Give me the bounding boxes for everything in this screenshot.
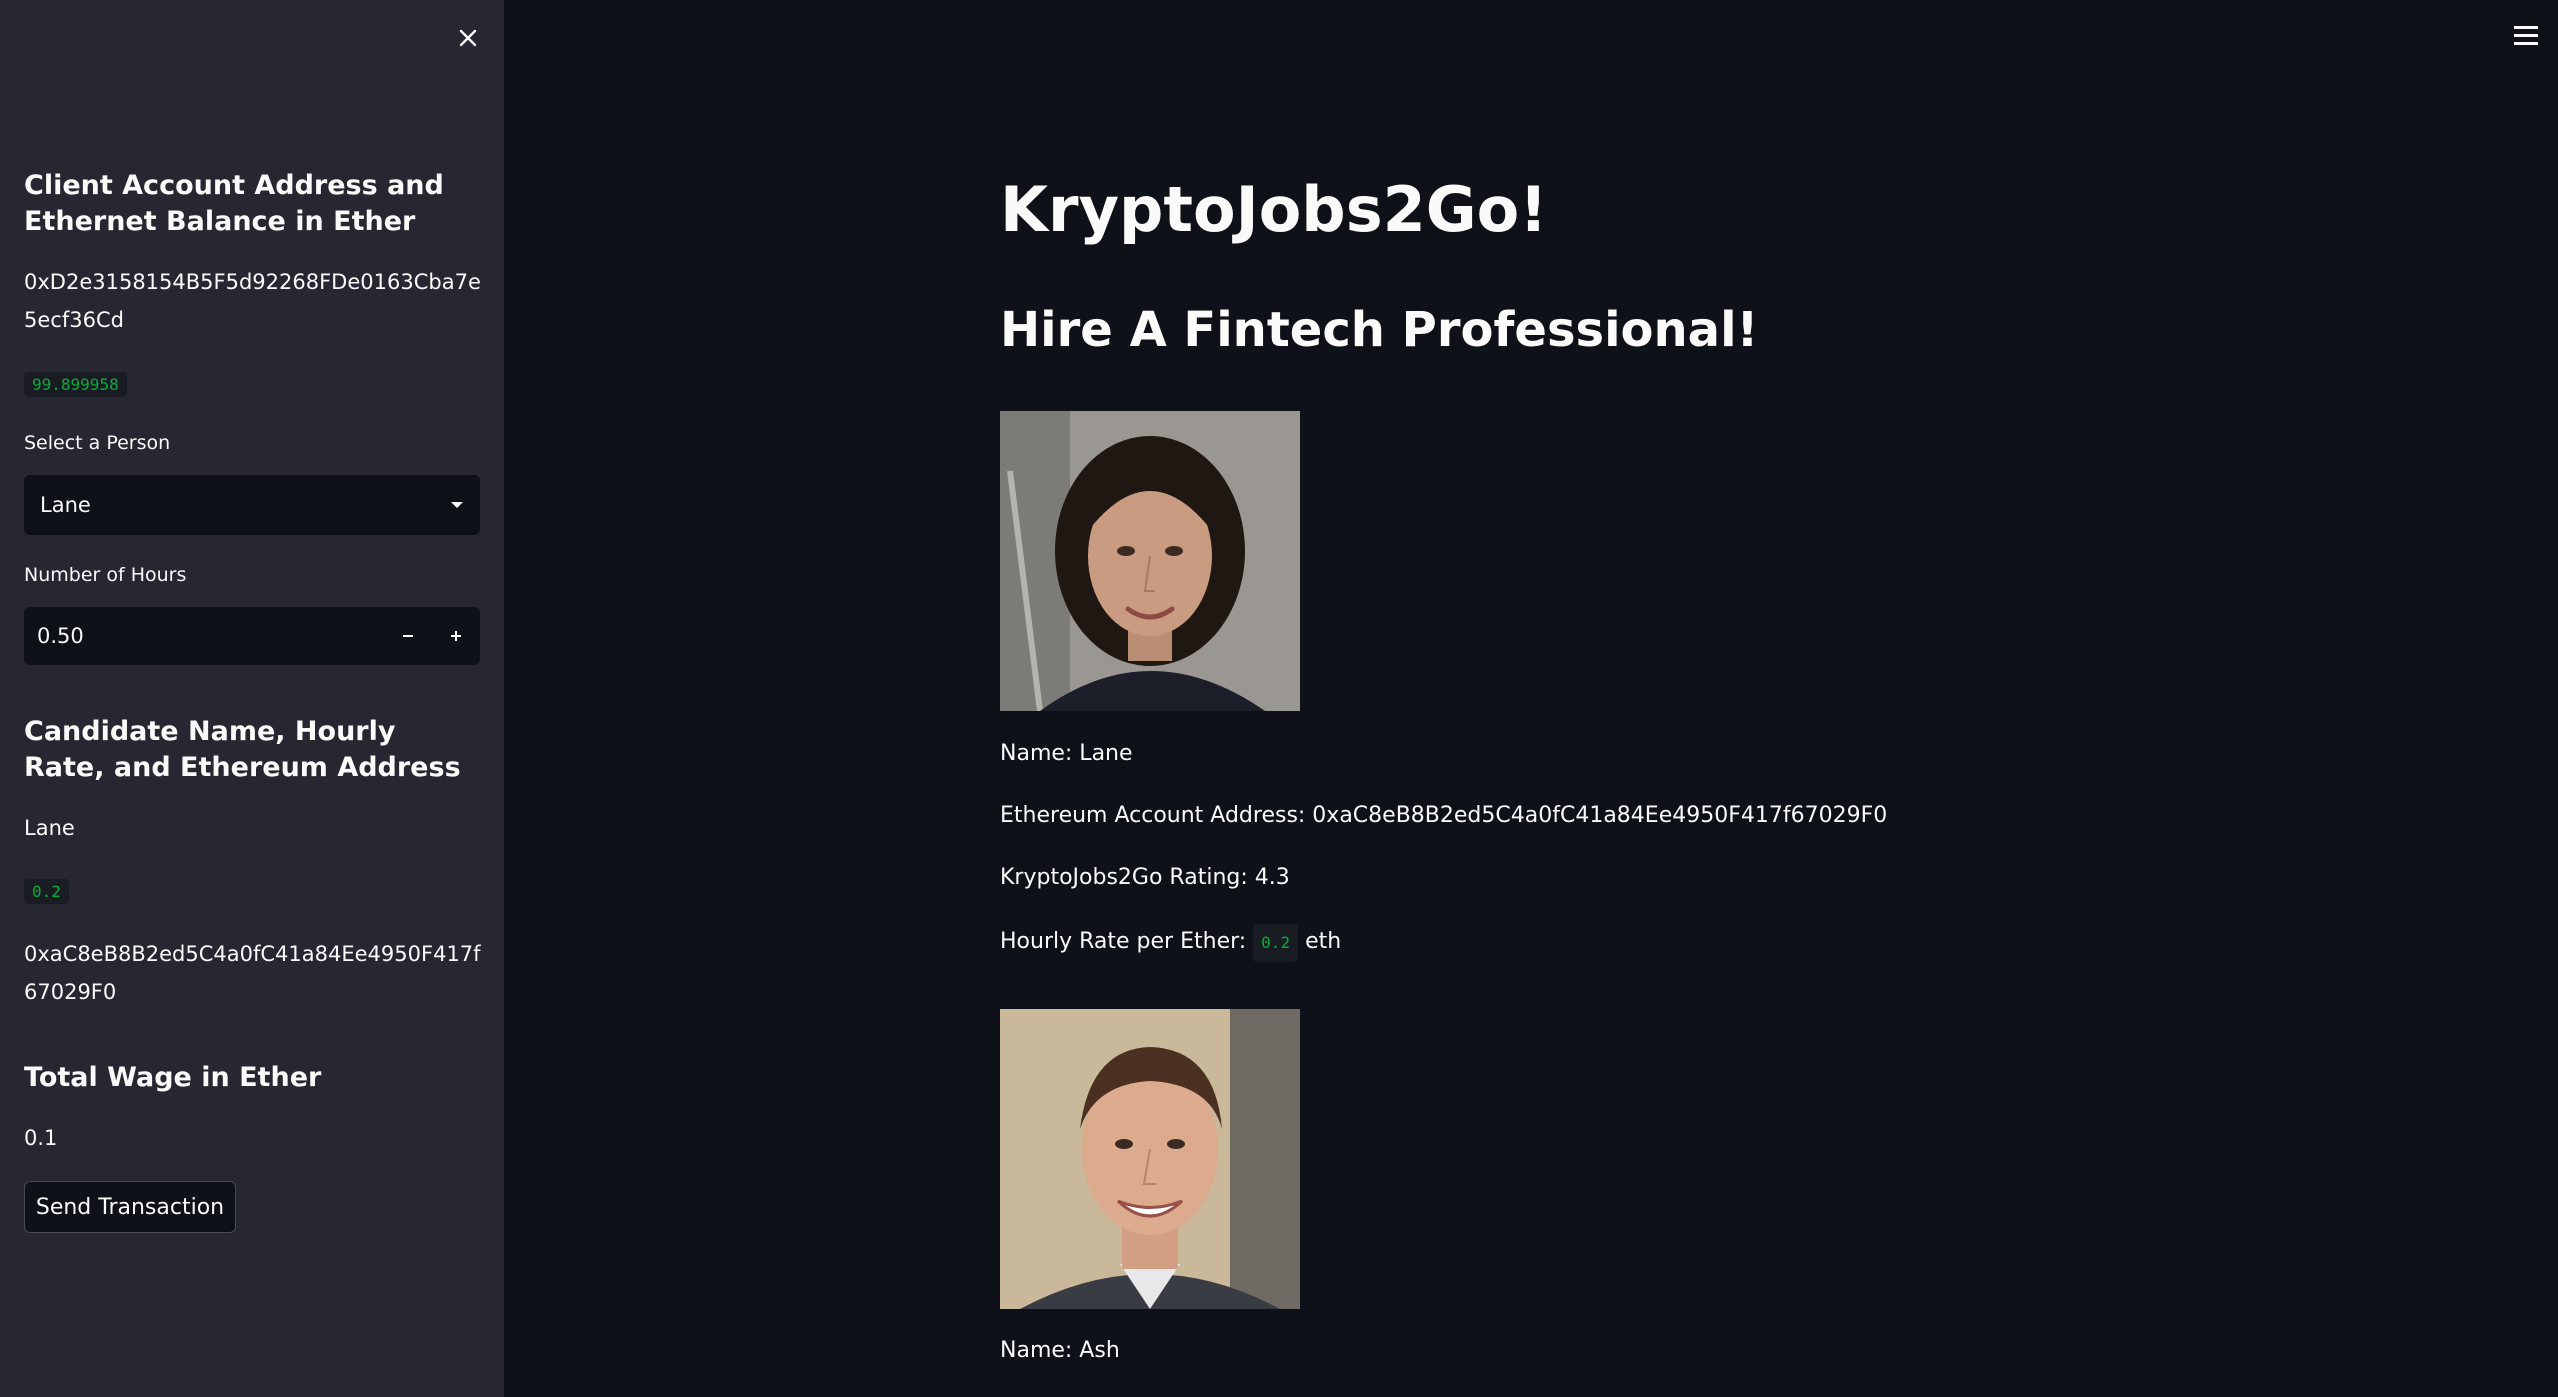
candidate-photo-ash bbox=[1000, 1009, 1300, 1309]
candidate-name-ash: Name: Ash bbox=[1000, 1338, 1120, 1363]
client-balance: 99.899958 bbox=[24, 372, 127, 397]
candidate-rating-lane: KryptoJobs2Go Rating: 4.3 bbox=[1000, 865, 1290, 890]
decrement-hours-button[interactable] bbox=[384, 607, 432, 665]
increment-hours-button[interactable] bbox=[432, 607, 480, 665]
candidate-name: Lane bbox=[24, 816, 75, 840]
plus-icon bbox=[451, 631, 461, 641]
close-icon bbox=[459, 29, 477, 47]
candidate-heading: Candidate Name, Hourly Rate, and Ethereu… bbox=[24, 716, 461, 783]
total-wage-value: 0.1 bbox=[24, 1126, 58, 1150]
page-subtitle: Hire A Fintech Professional! bbox=[1000, 302, 1759, 358]
hours-input[interactable] bbox=[24, 607, 384, 665]
client-address: 0xD2e3158154B5F5d92268FDe0163Cba7e5ecf36… bbox=[24, 270, 481, 332]
candidate-name-lane: Name: Lane bbox=[1000, 741, 1133, 766]
rate-prefix: Hourly Rate per Ether: bbox=[1000, 929, 1247, 954]
candidate-photo-lane bbox=[1000, 411, 1300, 711]
select-person-dropdown[interactable]: Lane bbox=[24, 475, 480, 535]
minus-icon bbox=[403, 635, 413, 637]
app-root: Client Account Address and Ethernet Bala… bbox=[0, 0, 2558, 1397]
rate-suffix: eth bbox=[1305, 929, 1342, 954]
total-wage-heading: Total Wage in Ether bbox=[24, 1062, 322, 1093]
rate-value: 0.2 bbox=[1253, 924, 1299, 962]
page-title: KryptoJobs2Go! bbox=[1000, 173, 1548, 246]
hours-stepper bbox=[24, 607, 480, 665]
candidate-photo-ash-image bbox=[1000, 1009, 1300, 1309]
hamburger-menu-icon bbox=[2514, 25, 2538, 29]
candidate-rate: 0.2 bbox=[24, 879, 69, 904]
select-person-label: Select a Person bbox=[24, 432, 171, 454]
chevron-down-icon bbox=[451, 502, 463, 508]
candidate-address-lane: Ethereum Account Address: 0xaC8eB8B2ed5C… bbox=[1000, 803, 1888, 828]
sidebar: Client Account Address and Ethernet Bala… bbox=[0, 0, 504, 1397]
candidate-rate-line-lane: Hourly Rate per Ether: 0.2 eth bbox=[1000, 924, 1341, 962]
client-balance-wrap: 99.899958 bbox=[24, 372, 127, 397]
hamburger-line bbox=[2514, 41, 2538, 45]
client-account-heading: Client Account Address and Ethernet Bala… bbox=[24, 170, 444, 237]
candidate-rate-wrap: 0.2 bbox=[24, 879, 69, 904]
candidate-address: 0xaC8eB8B2ed5C4a0fC41a84Ee4950F417f67029… bbox=[24, 942, 481, 1004]
hamburger-line bbox=[2514, 33, 2538, 37]
hours-label: Number of Hours bbox=[24, 564, 187, 586]
close-sidebar-button[interactable] bbox=[452, 22, 484, 54]
candidate-photo-lane-image bbox=[1000, 411, 1300, 711]
selected-person-value: Lane bbox=[40, 493, 91, 517]
main-menu-button[interactable] bbox=[2508, 20, 2544, 50]
send-transaction-button[interactable]: Send Transaction bbox=[24, 1181, 236, 1233]
